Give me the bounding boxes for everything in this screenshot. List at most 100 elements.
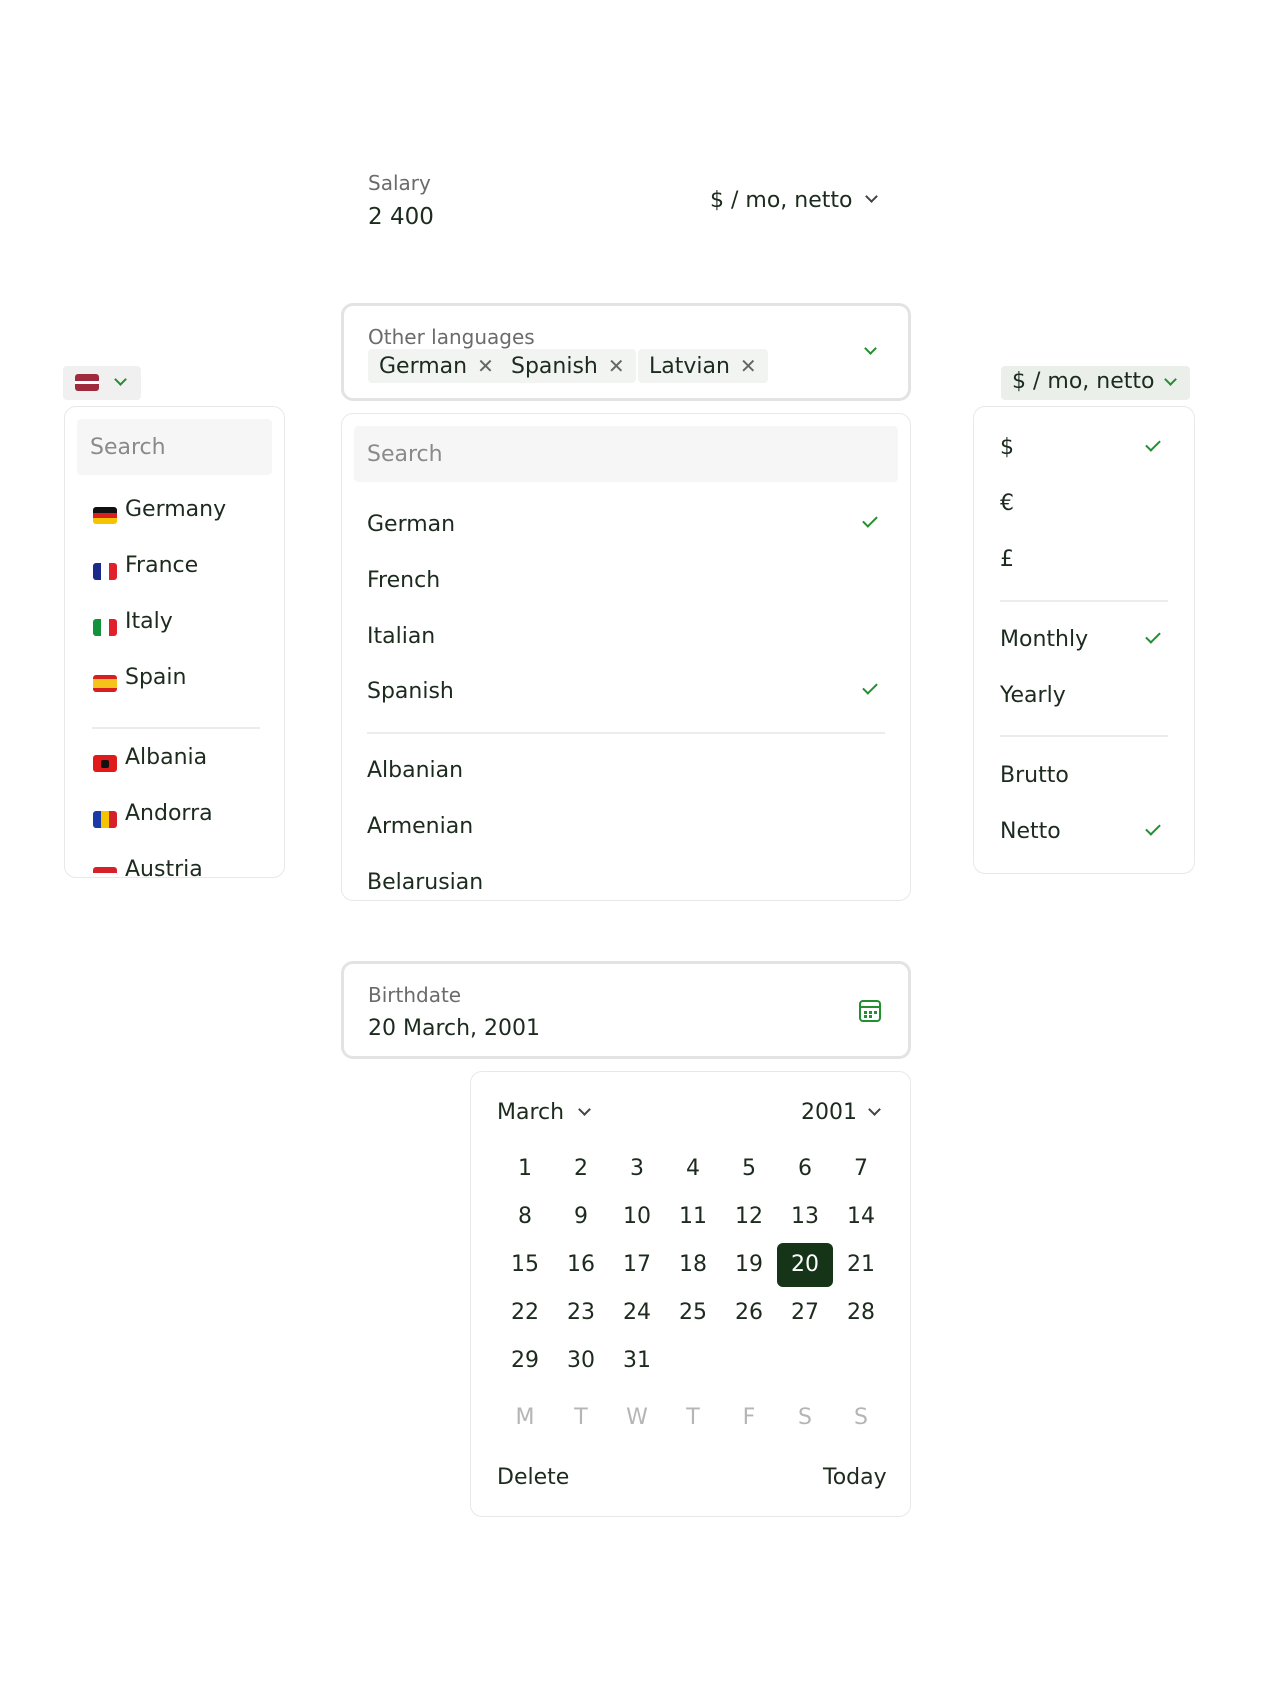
option-label: German bbox=[367, 512, 456, 537]
language-chip-german[interactable]: German ✕ bbox=[368, 349, 505, 383]
calendar-day[interactable]: 6 bbox=[777, 1147, 833, 1191]
year-selector[interactable]: 2001 bbox=[801, 1098, 891, 1130]
salary-label: Salary bbox=[368, 171, 431, 195]
calendar-day[interactable]: 14 bbox=[833, 1195, 889, 1239]
austria-flag-icon bbox=[93, 867, 117, 877]
calendar-day[interactable]: 19 bbox=[721, 1243, 777, 1287]
chip-label: German bbox=[379, 353, 468, 379]
chevron-down-icon bbox=[865, 190, 878, 203]
calendar-day[interactable]: 16 bbox=[553, 1243, 609, 1287]
calendar-day[interactable]: 2 bbox=[553, 1147, 609, 1191]
country-option-andorra[interactable]: Andorra bbox=[125, 801, 213, 826]
calendar-day[interactable]: 24 bbox=[609, 1291, 665, 1335]
weekday-label: T bbox=[686, 1405, 700, 1430]
salary-field[interactable]: Salary 2 400 $ / mo, netto bbox=[368, 168, 888, 238]
calendar-day[interactable]: 1 bbox=[497, 1147, 553, 1191]
month-selector[interactable]: March bbox=[497, 1098, 607, 1130]
languages-field[interactable]: Other languages German ✕ Spanish ✕ Latvi… bbox=[341, 303, 911, 401]
calendar-day[interactable]: 15 bbox=[497, 1243, 553, 1287]
country-option-austria[interactable]: Austria bbox=[125, 857, 203, 877]
calendar-day[interactable]: 17 bbox=[609, 1243, 665, 1287]
calendar-day[interactable]: 21 bbox=[833, 1243, 889, 1287]
language-chip-spanish[interactable]: Spanish ✕ bbox=[500, 349, 636, 383]
divider bbox=[92, 727, 260, 729]
calendar-day[interactable]: 3 bbox=[609, 1147, 665, 1191]
weekday-label: S bbox=[798, 1405, 812, 1430]
calendar-day[interactable]: 10 bbox=[609, 1195, 665, 1239]
calendar-day[interactable]: 31 bbox=[609, 1339, 665, 1383]
salary-unit-selector[interactable]: $ / mo, netto bbox=[710, 186, 880, 218]
language-chip-latvian[interactable]: Latvian ✕ bbox=[638, 349, 768, 383]
languages-search-input[interactable]: Search bbox=[354, 426, 898, 482]
weekday-label: T bbox=[574, 1405, 588, 1430]
country-dropdown: Search Germany France Italy Spain Albani… bbox=[64, 406, 285, 878]
country-option-italy[interactable]: Italy bbox=[125, 609, 173, 634]
calendar-day[interactable]: 27 bbox=[777, 1291, 833, 1335]
chevron-down-icon bbox=[868, 1103, 881, 1116]
spain-flag-icon bbox=[93, 675, 117, 692]
country-option-spain[interactable]: Spain bbox=[125, 665, 186, 690]
month-label: March bbox=[497, 1100, 565, 1125]
calendar-icon[interactable] bbox=[859, 1000, 881, 1022]
weekday-label: M bbox=[515, 1405, 535, 1430]
period-option-monthly[interactable]: Monthly bbox=[1000, 627, 1088, 652]
calendar-day[interactable]: 9 bbox=[553, 1195, 609, 1239]
country-option-france[interactable]: France bbox=[125, 553, 198, 578]
weekday-label: W bbox=[626, 1405, 648, 1430]
chip-label: Latvian bbox=[649, 353, 730, 379]
close-icon[interactable]: ✕ bbox=[477, 354, 494, 378]
period-option-yearly[interactable]: Yearly bbox=[1000, 683, 1066, 708]
weekday-label: S bbox=[854, 1405, 868, 1430]
option-label: Belarusian bbox=[367, 870, 484, 895]
delete-button[interactable]: Delete bbox=[497, 1465, 569, 1490]
close-icon[interactable]: ✕ bbox=[608, 354, 625, 378]
calendar-day[interactable]: 7 bbox=[833, 1147, 889, 1191]
country-option-germany[interactable]: Germany bbox=[125, 497, 226, 522]
language-option-belarusian[interactable]: Belarusian bbox=[367, 870, 483, 895]
italy-flag-icon bbox=[93, 619, 117, 636]
check-icon bbox=[1145, 436, 1161, 452]
calendar-day[interactable]: 26 bbox=[721, 1291, 777, 1335]
option-label: Armenian bbox=[367, 814, 474, 839]
calendar-day[interactable]: 30 bbox=[553, 1339, 609, 1383]
country-flag-selector[interactable] bbox=[63, 366, 141, 400]
salary-value: 2 400 bbox=[368, 204, 434, 230]
calendar-day[interactable]: 12 bbox=[721, 1195, 777, 1239]
currency-option-euro[interactable]: € bbox=[1000, 491, 1014, 516]
chevron-down-icon[interactable] bbox=[864, 342, 877, 355]
language-option-spanish[interactable]: Spanish bbox=[367, 679, 887, 704]
calendar-day[interactable]: 13 bbox=[777, 1195, 833, 1239]
calendar-day[interactable]: 5 bbox=[721, 1147, 777, 1191]
language-option-italian[interactable]: Italian bbox=[367, 624, 435, 649]
tax-option-brutto[interactable]: Brutto bbox=[1000, 763, 1069, 788]
option-label: French bbox=[367, 568, 441, 593]
calendar-day[interactable]: 25 bbox=[665, 1291, 721, 1335]
language-option-armenian[interactable]: Armenian bbox=[367, 814, 473, 839]
calendar-day[interactable]: 18 bbox=[665, 1243, 721, 1287]
close-icon[interactable]: ✕ bbox=[740, 354, 757, 378]
calendar-day[interactable]: 8 bbox=[497, 1195, 553, 1239]
today-button[interactable]: Today bbox=[823, 1465, 887, 1490]
tax-option-netto[interactable]: Netto bbox=[1000, 819, 1061, 844]
calendar-day[interactable]: 28 bbox=[833, 1291, 889, 1335]
currency-unit-label: $ / mo, netto bbox=[1012, 369, 1155, 394]
chip-label: Spanish bbox=[511, 353, 598, 379]
selected-day[interactable]: 20 bbox=[777, 1243, 833, 1287]
calendar-day[interactable]: 29 bbox=[497, 1339, 553, 1383]
currency-option-dollar[interactable]: $ bbox=[1000, 435, 1014, 460]
language-option-french[interactable]: French bbox=[367, 568, 440, 593]
language-option-german[interactable]: German bbox=[367, 512, 887, 537]
calendar-day[interactable]: 22 bbox=[497, 1291, 553, 1335]
country-option-albania[interactable]: Albania bbox=[125, 745, 207, 770]
divider bbox=[1000, 735, 1168, 737]
calendar-day[interactable]: 23 bbox=[553, 1291, 609, 1335]
calendar-day[interactable]: 4 bbox=[665, 1147, 721, 1191]
calendar-day[interactable]: 11 bbox=[665, 1195, 721, 1239]
currency-unit-button[interactable]: $ / mo, netto bbox=[1001, 366, 1190, 400]
language-option-albanian[interactable]: Albanian bbox=[367, 758, 463, 783]
currency-option-pound[interactable]: £ bbox=[1000, 547, 1014, 572]
option-label: Spanish bbox=[367, 679, 454, 704]
option-label: Italian bbox=[367, 624, 436, 649]
country-search-input[interactable]: Search bbox=[77, 419, 272, 475]
birthdate-field[interactable]: Birthdate 20 March, 2001 bbox=[341, 961, 911, 1059]
